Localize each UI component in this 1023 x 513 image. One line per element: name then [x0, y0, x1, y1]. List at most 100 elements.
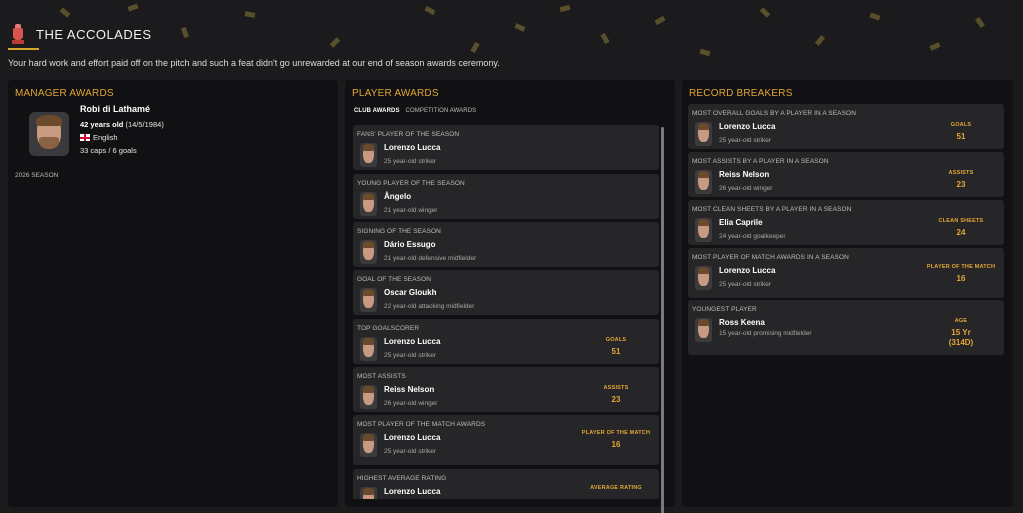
player-description: 21 year-old winger — [384, 207, 438, 214]
manager-age-line: 42 years old (14/5/1984) — [80, 120, 164, 129]
stat-block: ASSISTS 23 — [926, 170, 996, 189]
award-card[interactable]: MOST ASSISTS Reiss Nelson 26 year-old wi… — [353, 367, 659, 412]
player-description: 26 year-old winger — [384, 400, 438, 407]
player-avatar — [695, 170, 712, 194]
award-card[interactable]: TOP GOALSCORER Lorenzo Lucca 25 year-old… — [353, 319, 659, 364]
award-card[interactable]: HIGHEST AVERAGE RATING Lorenzo Lucca AVE… — [353, 469, 659, 499]
player-description: 24 year-old goalkeeper — [719, 233, 786, 240]
player-name[interactable]: Ângelo — [384, 192, 411, 201]
player-name[interactable]: Lorenzo Lucca — [719, 122, 775, 131]
season-label: 2026 SEASON — [15, 172, 59, 179]
player-description: 22 year-old attacking midfielder — [384, 303, 475, 310]
stat-block: PLAYER OF THE MATCH 16 — [926, 264, 996, 283]
panel-title: PLAYER AWARDS — [352, 88, 439, 99]
award-title: SIGNING OF THE SEASON — [357, 228, 441, 235]
player-avatar — [360, 143, 377, 167]
record-card[interactable]: MOST PLAYER OF MATCH AWARDS IN A SEASON … — [688, 248, 1004, 298]
player-description: 25 year-old striker — [384, 352, 437, 359]
award-title: YOUNG PLAYER OF THE SEASON — [357, 180, 465, 187]
stat-value: 23 — [611, 395, 621, 404]
scroll-thumb[interactable] — [661, 127, 664, 513]
manager-nationality-line: English — [80, 133, 118, 142]
record-card[interactable]: MOST ASSISTS BY A PLAYER IN A SEASON Rei… — [688, 152, 1004, 197]
page-subtitle: Your hard work and effort paid off on th… — [8, 58, 500, 68]
award-title: HIGHEST AVERAGE RATING — [357, 475, 447, 482]
player-name[interactable]: Ross Keena — [719, 318, 765, 327]
stat-label: AVERAGE RATING — [590, 485, 642, 491]
player-avatar — [360, 240, 377, 264]
player-name[interactable]: Lorenzo Lucca — [384, 487, 440, 496]
player-description: 25 year-old striker — [719, 137, 772, 144]
player-name[interactable]: Reiss Nelson — [384, 385, 434, 394]
player-name[interactable]: Lorenzo Lucca — [384, 433, 440, 442]
player-name[interactable]: Elia Caprile — [719, 218, 763, 227]
manager-age: 42 years old — [80, 120, 124, 129]
record-card[interactable]: MOST OVERALL GOALS BY A PLAYER IN A SEAS… — [688, 104, 1004, 149]
stat-block: GOALS 51 — [581, 337, 651, 356]
stat-label: GOALS — [950, 122, 972, 128]
award-card[interactable]: FANS' PLAYER OF THE SEASON Lorenzo Lucca… — [353, 125, 659, 170]
manager-caps: 33 caps / 6 goals — [80, 146, 137, 155]
player-description: 15 year-old promising midfielder — [719, 330, 812, 337]
award-card[interactable]: YOUNG PLAYER OF THE SEASON Ângelo 21 yea… — [353, 174, 659, 219]
player-name[interactable]: Lorenzo Lucca — [384, 337, 440, 346]
page-title: THE ACCOLADES — [36, 26, 152, 42]
manager-name[interactable]: Robi di Lathamé — [80, 104, 150, 114]
stat-value: 16 — [956, 274, 966, 283]
player-name[interactable]: Lorenzo Lucca — [719, 266, 775, 275]
record-card[interactable]: YOUNGEST PLAYER Ross Keena 15 year-old p… — [688, 300, 1004, 355]
award-tabs: CLUB AWARDS COMPETITION AWARDS — [354, 108, 476, 114]
stat-label: ASSISTS — [603, 385, 629, 391]
stat-value: 51 — [956, 132, 966, 141]
stat-label: PLAYER OF THE MATCH — [926, 264, 996, 270]
player-description: 25 year-old striker — [384, 158, 437, 165]
player-description: 21 year-old defensive midfielder — [384, 255, 477, 262]
award-card[interactable]: MOST PLAYER OF THE MATCH AWARDS Lorenzo … — [353, 415, 659, 465]
player-name[interactable]: Dário Essugo — [384, 240, 436, 249]
manager-avatar — [29, 112, 69, 156]
player-avatar — [360, 337, 377, 361]
player-description: 25 year-old striker — [719, 281, 772, 288]
stat-value: 15 Yr — [951, 328, 971, 337]
player-name[interactable]: Lorenzo Lucca — [384, 143, 440, 152]
stat-value: 23 — [956, 180, 966, 189]
player-avatar — [695, 318, 712, 342]
trophy-icon — [12, 24, 24, 44]
manager-card[interactable]: Robi di Lathamé 42 years old (14/5/1984)… — [15, 102, 235, 172]
stat-label: PLAYER OF THE MATCH — [581, 430, 651, 436]
award-title: FANS' PLAYER OF THE SEASON — [357, 131, 460, 138]
record-title: MOST CLEAN SHEETS BY A PLAYER IN A SEASO… — [692, 206, 852, 213]
manager-nationality: English — [93, 133, 118, 142]
record-title: MOST ASSISTS BY A PLAYER IN A SEASON — [692, 158, 829, 165]
stat-label: CLEAN SHEETS — [938, 218, 984, 224]
record-card[interactable]: MOST CLEAN SHEETS BY A PLAYER IN A SEASO… — [688, 200, 1004, 245]
stat-block: AGE 15 Yr (314D) — [926, 318, 996, 347]
stat-label: AGE — [954, 318, 968, 324]
player-description: 26 year-old winger — [719, 185, 773, 192]
player-avatar — [360, 385, 377, 409]
stat-block: CLEAN SHEETS 24 — [926, 218, 996, 237]
record-title: MOST PLAYER OF MATCH AWARDS IN A SEASON — [692, 254, 849, 261]
player-avatar — [695, 122, 712, 146]
player-name[interactable]: Oscar Gloukh — [384, 288, 436, 297]
stat-label: ASSISTS — [948, 170, 974, 176]
stat-value: 24 — [956, 228, 966, 237]
player-avatar — [360, 487, 377, 499]
award-list-scrollbar[interactable] — [661, 127, 664, 513]
award-card[interactable]: GOAL OF THE SEASON Oscar Gloukh 22 year-… — [353, 270, 659, 315]
player-description: 25 year-old striker — [384, 448, 437, 455]
stat-block: AVERAGE RATING — [581, 485, 651, 495]
player-avatar — [360, 192, 377, 216]
award-list[interactable]: FANS' PLAYER OF THE SEASON Lorenzo Lucca… — [353, 125, 660, 499]
player-avatar — [695, 218, 712, 242]
tab-club-awards[interactable]: CLUB AWARDS — [354, 108, 400, 114]
tab-competition-awards[interactable]: COMPETITION AWARDS — [406, 108, 477, 114]
player-awards-panel: PLAYER AWARDS CLUB AWARDS COMPETITION AW… — [345, 80, 675, 513]
award-title: MOST PLAYER OF THE MATCH AWARDS — [357, 421, 486, 428]
award-card[interactable]: SIGNING OF THE SEASON Dário Essugo 21 ye… — [353, 222, 659, 267]
stat-block: ASSISTS 23 — [581, 385, 651, 404]
stat-block: GOALS 51 — [926, 122, 996, 141]
player-avatar — [360, 288, 377, 312]
player-name[interactable]: Reiss Nelson — [719, 170, 769, 179]
panel-title: RECORD BREAKERS — [689, 88, 793, 99]
